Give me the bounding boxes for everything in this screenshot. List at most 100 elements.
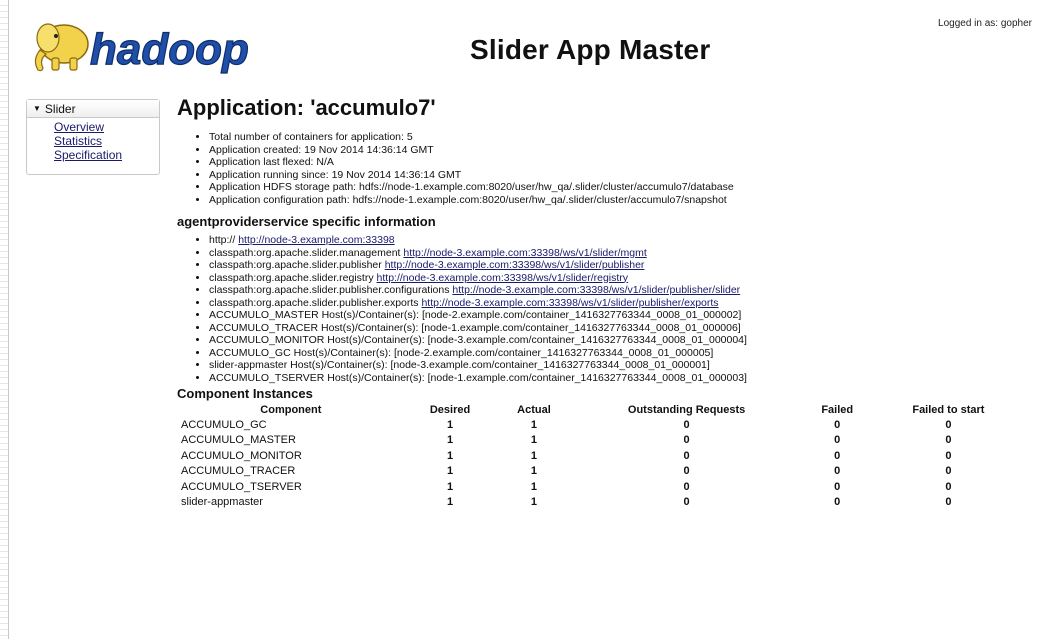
sidebar-links: Overview Statistics Specification: [54, 120, 159, 162]
provider-link-item: classpath:org.apache.slider.registry htt…: [209, 272, 1027, 285]
logo-wordmark: hadoop: [90, 25, 249, 74]
application-title: Application: 'accumulo7': [177, 95, 436, 120]
column-header: Actual: [517, 404, 551, 416]
provider-link-item: classpath:org.apache.slider.publisher ht…: [209, 259, 1027, 272]
host-item: ACCUMULO_MASTER Host(s)/Container(s): [n…: [209, 309, 1027, 322]
provider-link-label: classpath:org.apache.slider.publisher: [209, 259, 382, 271]
host-item: ACCUMULO_TRACER Host(s)/Container(s): [n…: [209, 322, 1027, 335]
desired-count: 1: [446, 449, 454, 462]
provider-link-label: classpath:org.apache.slider.registry: [209, 271, 374, 284]
component-instances-table: Component Desired Actual Outstanding Req…: [181, 403, 1027, 510]
provider-link-item: http:// http://node-3.example.com:33398: [209, 234, 1027, 247]
actual-count: 1: [530, 434, 538, 447]
actual-count: 1: [530, 480, 538, 493]
sidebar-section-slider[interactable]: ▼ Slider: [27, 100, 159, 118]
main-content: Application: 'accumulo7' Total number of…: [177, 95, 1027, 510]
column-header: Outstanding Requests: [627, 404, 746, 416]
column-header: Failed: [821, 404, 854, 416]
failed-count: 0: [834, 496, 841, 509]
failed-count: 0: [834, 465, 841, 478]
provider-link[interactable]: http://node-3.example.com:33398: [238, 234, 394, 246]
component-name: ACCUMULO_MONITOR: [181, 449, 302, 462]
component-name: slider-appmaster: [181, 496, 263, 509]
desired-count: 1: [446, 418, 454, 431]
provider-link[interactable]: http://node-3.example.com:33398/ws/v1/sl…: [377, 272, 629, 284]
column-header: Desired: [429, 404, 471, 416]
info-item: Application last flexed: N/A: [209, 156, 1027, 169]
logged-in-user: Logged in as: gopher: [938, 18, 1032, 29]
table-row: ACCUMULO_TRACER 1 1 0 0 0: [181, 464, 1027, 480]
provider-link[interactable]: http://node-3.example.com:33398/ws/v1/sl…: [385, 259, 645, 271]
provider-section-title: agentproviderservice specific informatio…: [177, 214, 436, 229]
host-item: ACCUMULO_GC Host(s)/Container(s): [node-…: [209, 347, 1027, 360]
provider-link[interactable]: http://node-3.example.com:33398/ws/v1/sl…: [452, 284, 740, 296]
host-item: slider-appmaster Host(s)/Container(s): […: [209, 359, 1027, 372]
component-name: ACCUMULO_GC: [181, 418, 267, 431]
table-row: ACCUMULO_GC 1 1 0 0 0: [181, 417, 1027, 433]
actual-count: 1: [530, 418, 538, 431]
outstanding-requests: 0: [683, 449, 690, 462]
desired-count: 1: [446, 480, 454, 493]
sidebar-nav: ▼ Slider Overview Statistics Specificatio…: [26, 99, 160, 175]
elephant-logo-icon: hadoop: [34, 23, 249, 75]
actual-count: 1: [530, 449, 538, 462]
actual-count: 1: [530, 465, 538, 478]
actual-count: 1: [530, 496, 538, 509]
outstanding-requests: 0: [683, 496, 690, 509]
host-item: ACCUMULO_MONITOR Host(s)/Container(s): […: [209, 334, 1027, 347]
failed-to-start-count: 0: [945, 434, 952, 447]
provider-link-item: classpath:org.apache.slider.management h…: [209, 247, 1027, 260]
table-row: slider-appmaster 1 1 0 0 0: [181, 495, 1027, 511]
column-header: Failed to start: [912, 404, 985, 416]
outstanding-requests: 0: [683, 480, 690, 493]
host-item: ACCUMULO_TSERVER Host(s)/Container(s): […: [209, 372, 1027, 385]
info-item: Application running since: 19 Nov 2014 1…: [209, 169, 1027, 182]
sidebar-link-statistics[interactable]: Statistics: [54, 134, 102, 148]
provider-link-label: classpath:org.apache.slider.publisher.ex…: [209, 296, 419, 309]
failed-to-start-count: 0: [945, 465, 952, 478]
provider-link-label: classpath:org.apache.slider.publisher.co…: [209, 284, 450, 296]
failed-to-start-count: 0: [945, 496, 952, 509]
desired-count: 1: [446, 496, 454, 509]
provider-link[interactable]: http://node-3.example.com:33398/ws/v1/sl…: [421, 297, 718, 309]
sidebar-link-overview[interactable]: Overview: [54, 120, 104, 134]
provider-link-label: classpath:org.apache.slider.management: [209, 246, 401, 259]
failed-count: 0: [834, 418, 841, 431]
desired-count: 1: [446, 465, 454, 478]
sidebar-link-specification[interactable]: Specification: [54, 148, 122, 162]
provider-info-list: http:// http://node-3.example.com:33398 …: [209, 234, 1027, 384]
component-name: ACCUMULO_MASTER: [181, 434, 296, 447]
hadoop-logo[interactable]: hadoop: [26, 14, 286, 78]
outstanding-requests: 0: [683, 434, 690, 447]
provider-link-item: classpath:org.apache.slider.publisher.ex…: [209, 297, 1027, 310]
failed-to-start-count: 0: [945, 480, 952, 493]
info-item: Application created: 19 Nov 2014 14:36:1…: [209, 144, 1027, 157]
info-item: Total number of containers for applicati…: [209, 131, 1027, 144]
table-row: ACCUMULO_MONITOR 1 1 0 0 0: [181, 448, 1027, 464]
application-info-list: Total number of containers for applicati…: [209, 131, 1027, 206]
table-row: ACCUMULO_MASTER 1 1 0 0 0: [181, 433, 1027, 449]
info-item: Application HDFS storage path: hdfs://no…: [209, 181, 1027, 194]
column-header: Component: [260, 404, 322, 416]
outstanding-requests: 0: [683, 465, 690, 478]
provider-link[interactable]: http://node-3.example.com:33398/ws/v1/sl…: [403, 247, 646, 259]
desired-count: 1: [446, 434, 454, 447]
outstanding-requests: 0: [683, 418, 690, 431]
table-row: ACCUMULO_TSERVER 1 1 0 0 0: [181, 479, 1027, 495]
failed-count: 0: [834, 480, 841, 493]
component-instances-title: Component Instances: [177, 386, 313, 401]
component-name: ACCUMULO_TSERVER: [181, 480, 302, 493]
info-item: Application configuration path: hdfs://n…: [209, 194, 1027, 207]
window-left-edge: [0, 0, 9, 639]
table-header-row: Component Desired Actual Outstanding Req…: [181, 403, 1027, 417]
component-name: ACCUMULO_TRACER: [181, 465, 296, 478]
provider-link-item: classpath:org.apache.slider.publisher.co…: [209, 284, 1027, 297]
failed-to-start-count: 0: [945, 418, 952, 431]
triangle-down-icon: ▼: [33, 104, 41, 113]
page-title: Slider App Master: [470, 34, 711, 65]
sidebar-section-label: Slider: [44, 102, 76, 116]
failed-to-start-count: 0: [945, 449, 952, 462]
failed-count: 0: [834, 434, 841, 447]
provider-link-label: http://: [209, 234, 236, 246]
failed-count: 0: [834, 449, 841, 462]
